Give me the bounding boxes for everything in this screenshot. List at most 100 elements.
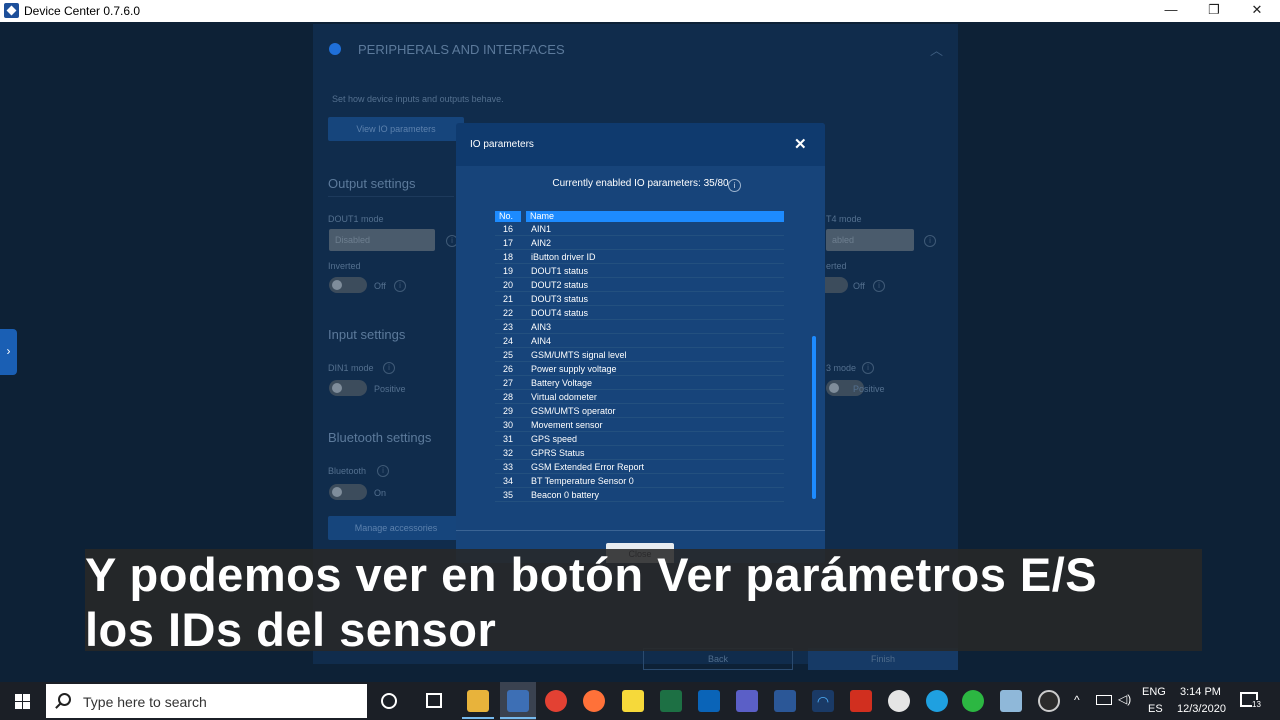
file-explorer-icon[interactable] bbox=[467, 690, 489, 712]
table-row[interactable]: 24 AIN4 bbox=[495, 334, 784, 348]
notepad-icon[interactable] bbox=[1000, 690, 1022, 712]
row-name: AIN3 bbox=[531, 322, 552, 332]
row-number: 16 bbox=[502, 224, 513, 234]
info-icon[interactable]: i bbox=[728, 179, 741, 192]
table-row[interactable]: 28 Virtual odometer bbox=[495, 390, 784, 404]
row-number: 23 bbox=[502, 322, 513, 332]
row-name: GSM/UMTS signal level bbox=[531, 350, 627, 360]
table-row[interactable]: 33 GSM Extended Error Report bbox=[495, 460, 784, 474]
input-settings-heading: Input settings bbox=[328, 327, 406, 342]
table-row[interactable]: 21 DOUT3 status bbox=[495, 292, 784, 306]
row-number: 19 bbox=[502, 266, 513, 276]
table-row[interactable]: 22 DOUT4 status bbox=[495, 306, 784, 320]
column-header-no[interactable]: No. bbox=[495, 211, 521, 222]
info-icon: i bbox=[924, 235, 936, 247]
row-name: DOUT3 status bbox=[531, 294, 589, 304]
table-row[interactable]: 16 AIN1 bbox=[495, 222, 784, 236]
table-row[interactable]: 17 AIN2 bbox=[495, 236, 784, 250]
row-number: 24 bbox=[502, 336, 513, 346]
task-view-icon[interactable] bbox=[426, 693, 442, 708]
whatsapp-icon[interactable] bbox=[962, 690, 984, 712]
word-icon[interactable] bbox=[774, 690, 796, 712]
chevron-up-icon[interactable]: ︿ bbox=[930, 40, 943, 59]
dout4-mode-select[interactable]: abled bbox=[826, 229, 914, 251]
table-row[interactable]: 26 Power supply voltage bbox=[495, 362, 784, 376]
start-button[interactable] bbox=[0, 682, 46, 720]
obs-icon[interactable] bbox=[1038, 690, 1060, 712]
close-window-button[interactable]: ✕ bbox=[1234, 0, 1280, 22]
table-row[interactable]: 32 GPRS Status bbox=[495, 446, 784, 460]
minimize-button[interactable]: — bbox=[1148, 0, 1194, 22]
outlook-icon[interactable] bbox=[698, 690, 720, 712]
language-indicator[interactable]: ENG bbox=[1142, 686, 1166, 698]
excel-icon[interactable] bbox=[660, 690, 682, 712]
io-parameters-table: No. Name 16 AIN1 17 AIN2 18 iButton driver ID… bbox=[495, 211, 784, 502]
table-row[interactable]: 20 DOUT2 status bbox=[495, 278, 784, 292]
dout1-mode-select[interactable]: Disabled bbox=[329, 229, 435, 251]
device-center-icon bbox=[507, 690, 529, 712]
table-scrollbar[interactable] bbox=[812, 336, 816, 499]
din-mode-label: 3 mode bbox=[826, 363, 857, 373]
chrome-icon[interactable] bbox=[545, 690, 567, 712]
din1-mode-toggle[interactable] bbox=[329, 380, 367, 396]
clock-time[interactable]: 3:14 PM bbox=[1180, 686, 1221, 698]
clock-date[interactable]: 12/3/2020 bbox=[1177, 703, 1226, 715]
notification-count-badge: 13 bbox=[1252, 700, 1261, 709]
subtitle-line-1: Y podemos ver en botón Ver parámetros E/… bbox=[85, 548, 1098, 601]
table-row[interactable]: 19 DOUT1 status bbox=[495, 264, 784, 278]
maximize-button[interactable]: ❐ bbox=[1191, 0, 1237, 22]
row-number: 30 bbox=[502, 420, 513, 430]
table-row[interactable]: 34 BT Temperature Sensor 0 bbox=[495, 474, 784, 488]
sticky-notes-icon[interactable] bbox=[622, 690, 644, 712]
video-subtitle: Y podemos ver en botón Ver parámetros E/… bbox=[85, 548, 1202, 656]
row-name: iButton driver ID bbox=[531, 252, 596, 262]
row-number: 26 bbox=[502, 364, 513, 374]
manage-accessories-button[interactable]: Manage accessories bbox=[328, 516, 464, 540]
chevron-up-icon[interactable]: ^ bbox=[1074, 693, 1080, 707]
bluetooth-toggle[interactable] bbox=[329, 484, 367, 500]
skype-icon[interactable] bbox=[926, 690, 948, 712]
table-row[interactable]: 31 GPS speed bbox=[495, 432, 784, 446]
wifi-icon[interactable]: ◠ bbox=[812, 690, 834, 712]
toggle-state-label: Positive bbox=[374, 384, 406, 394]
row-number: 33 bbox=[502, 462, 513, 472]
taskbar-search-box[interactable]: Type here to search bbox=[46, 684, 367, 718]
row-number: 35 bbox=[502, 490, 513, 500]
info-icon: i bbox=[862, 362, 874, 374]
sidebar-expand-button[interactable]: › bbox=[0, 329, 17, 375]
table-row[interactable]: 23 AIN3 bbox=[495, 320, 784, 334]
table-row[interactable]: 30 Movement sensor bbox=[495, 418, 784, 432]
acrobat-icon[interactable] bbox=[850, 690, 872, 712]
chevron-right-icon: › bbox=[6, 344, 11, 358]
bluetooth-settings-heading: Bluetooth settings bbox=[328, 430, 432, 445]
cortana-icon[interactable] bbox=[381, 693, 397, 709]
dout1-inverted-toggle[interactable] bbox=[329, 277, 367, 293]
active-indicator bbox=[500, 717, 536, 719]
info-icon: i bbox=[377, 465, 389, 477]
section-header[interactable]: PERIPHERALS AND INTERFACES bbox=[358, 42, 565, 57]
row-number: 18 bbox=[502, 252, 513, 262]
teams-icon[interactable] bbox=[736, 690, 758, 712]
keyboard-layout[interactable]: ES bbox=[1148, 703, 1163, 715]
table-row[interactable]: 29 GSM/UMTS operator bbox=[495, 404, 784, 418]
row-name: GSM Extended Error Report bbox=[531, 462, 645, 472]
view-io-parameters-button[interactable]: View IO parameters bbox=[328, 117, 464, 141]
close-icon[interactable]: ✕ bbox=[794, 135, 807, 153]
device-center-taskbar-button[interactable] bbox=[500, 682, 536, 720]
table-row[interactable]: 35 Beacon 0 battery bbox=[495, 488, 784, 502]
firefox-icon[interactable] bbox=[583, 690, 605, 712]
battery-icon[interactable] bbox=[1096, 695, 1112, 705]
table-row[interactable]: 25 GSM/UMTS signal level bbox=[495, 348, 784, 362]
row-name: AIN1 bbox=[531, 224, 552, 234]
finish-button[interactable]: Finish bbox=[808, 648, 958, 670]
row-number: 22 bbox=[502, 308, 513, 318]
dout1-mode-label: DOUT1 mode bbox=[328, 214, 384, 224]
volume-icon[interactable]: ◁) bbox=[1118, 692, 1131, 706]
row-name: Beacon 0 battery bbox=[531, 490, 600, 500]
photos-icon[interactable] bbox=[888, 690, 910, 712]
column-header-name[interactable]: Name bbox=[526, 211, 784, 222]
table-row[interactable]: 27 Battery Voltage bbox=[495, 376, 784, 390]
table-body: 16 AIN1 17 AIN2 18 iButton driver ID 19 DOUT1 s… bbox=[495, 222, 784, 502]
table-row[interactable]: 18 iButton driver ID bbox=[495, 250, 784, 264]
back-button[interactable]: Back bbox=[643, 648, 793, 670]
